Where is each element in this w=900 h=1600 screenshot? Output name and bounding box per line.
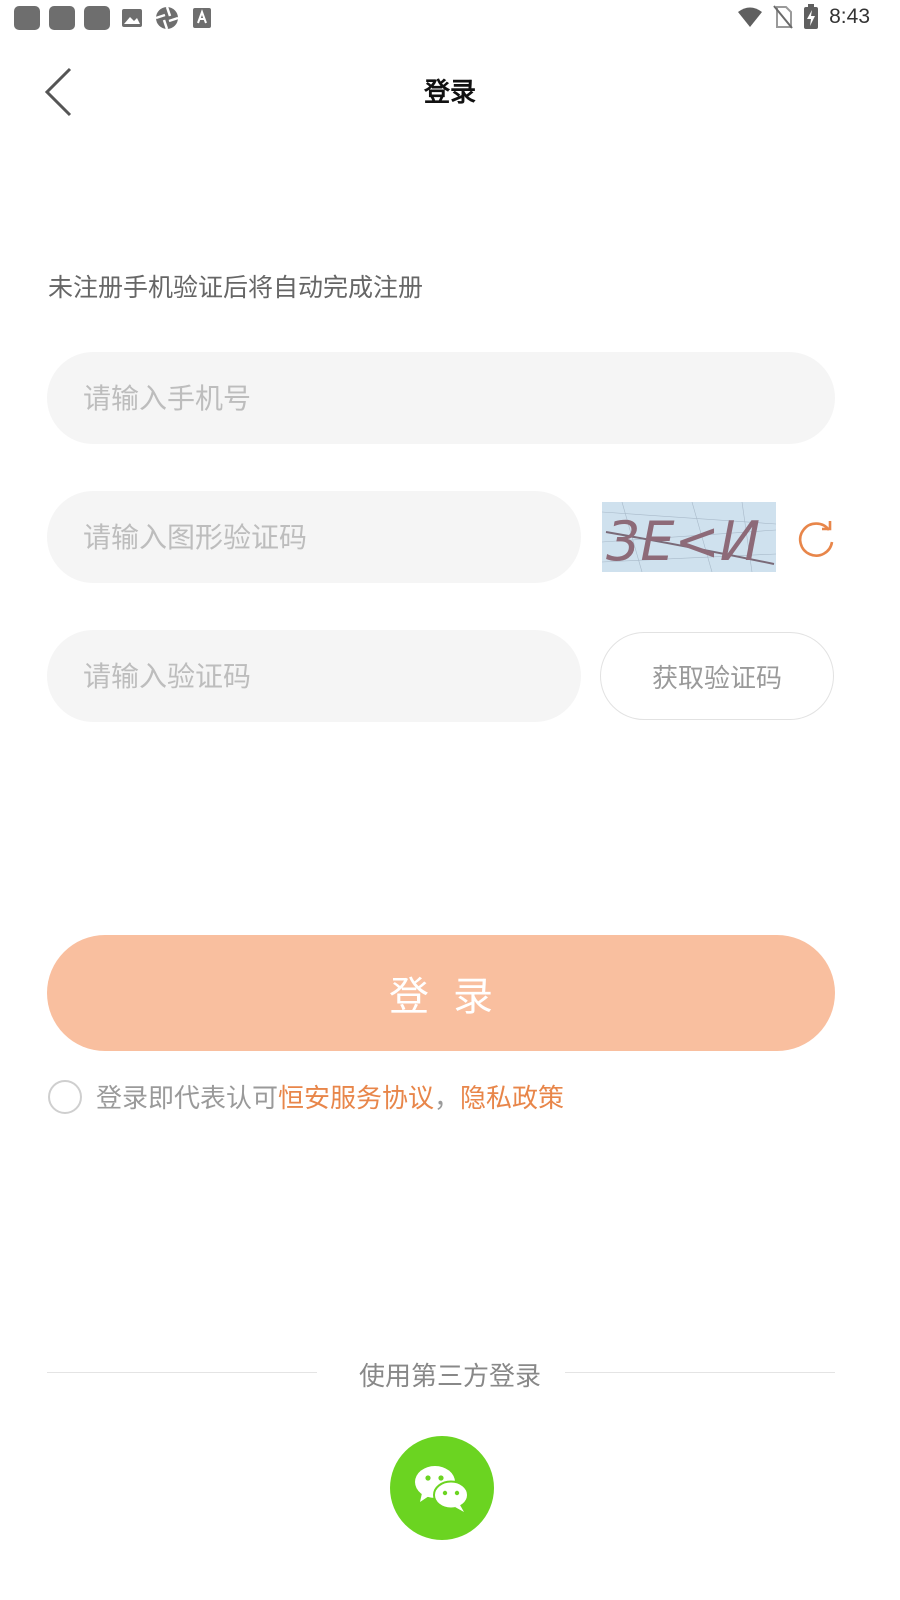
no-sim-icon: [773, 5, 793, 29]
captcha-field[interactable]: [47, 491, 581, 583]
register-hint: 未注册手机验证后将自动完成注册: [48, 273, 424, 302]
wechat-icon: [415, 1466, 469, 1512]
refresh-captcha-button[interactable]: [795, 518, 837, 560]
captcha-input[interactable]: [83, 520, 581, 554]
system-icons: 8:43: [737, 4, 870, 30]
notification-icons: [14, 6, 215, 30]
aperture-icon: [154, 6, 180, 30]
app-square-icon: [14, 6, 40, 30]
app-square-icon: [84, 6, 110, 30]
wechat-login-button[interactable]: [390, 1436, 494, 1540]
page-title: 登录: [423, 78, 476, 108]
service-agreement-link[interactable]: 恒安服务协议: [278, 1078, 434, 1115]
privacy-policy-link[interactable]: 隐私政策: [460, 1078, 564, 1115]
agree-checkbox[interactable]: [48, 1079, 82, 1114]
clock: 8:43: [829, 5, 870, 28]
sms-code-input[interactable]: [83, 659, 581, 693]
image-icon: [119, 6, 145, 30]
agreement-row: 登录即代表认可 恒安服务协议 ， 隐私政策: [48, 1078, 564, 1115]
get-code-button[interactable]: 获取验证码: [600, 632, 834, 720]
agreement-text: 登录即代表认可: [96, 1084, 279, 1114]
captcha-image[interactable]: 3E<И: [602, 502, 776, 572]
refresh-icon: [798, 521, 834, 557]
agreement-separator: ，: [434, 1084, 461, 1114]
wifi-icon: [738, 7, 763, 27]
captcha-text: 3E<И: [606, 510, 760, 572]
battery-charging-icon: [804, 4, 819, 29]
sms-code-field[interactable]: [47, 630, 581, 722]
status-bar: 8:43: [0, 0, 900, 36]
phone-field[interactable]: [47, 352, 835, 444]
login-button[interactable]: 登录: [47, 935, 835, 1051]
third-party-label: 使用第三方登录: [358, 1362, 541, 1392]
app-square-icon: [49, 6, 75, 30]
phone-input[interactable]: [83, 381, 835, 415]
font-a-icon: [189, 6, 215, 30]
